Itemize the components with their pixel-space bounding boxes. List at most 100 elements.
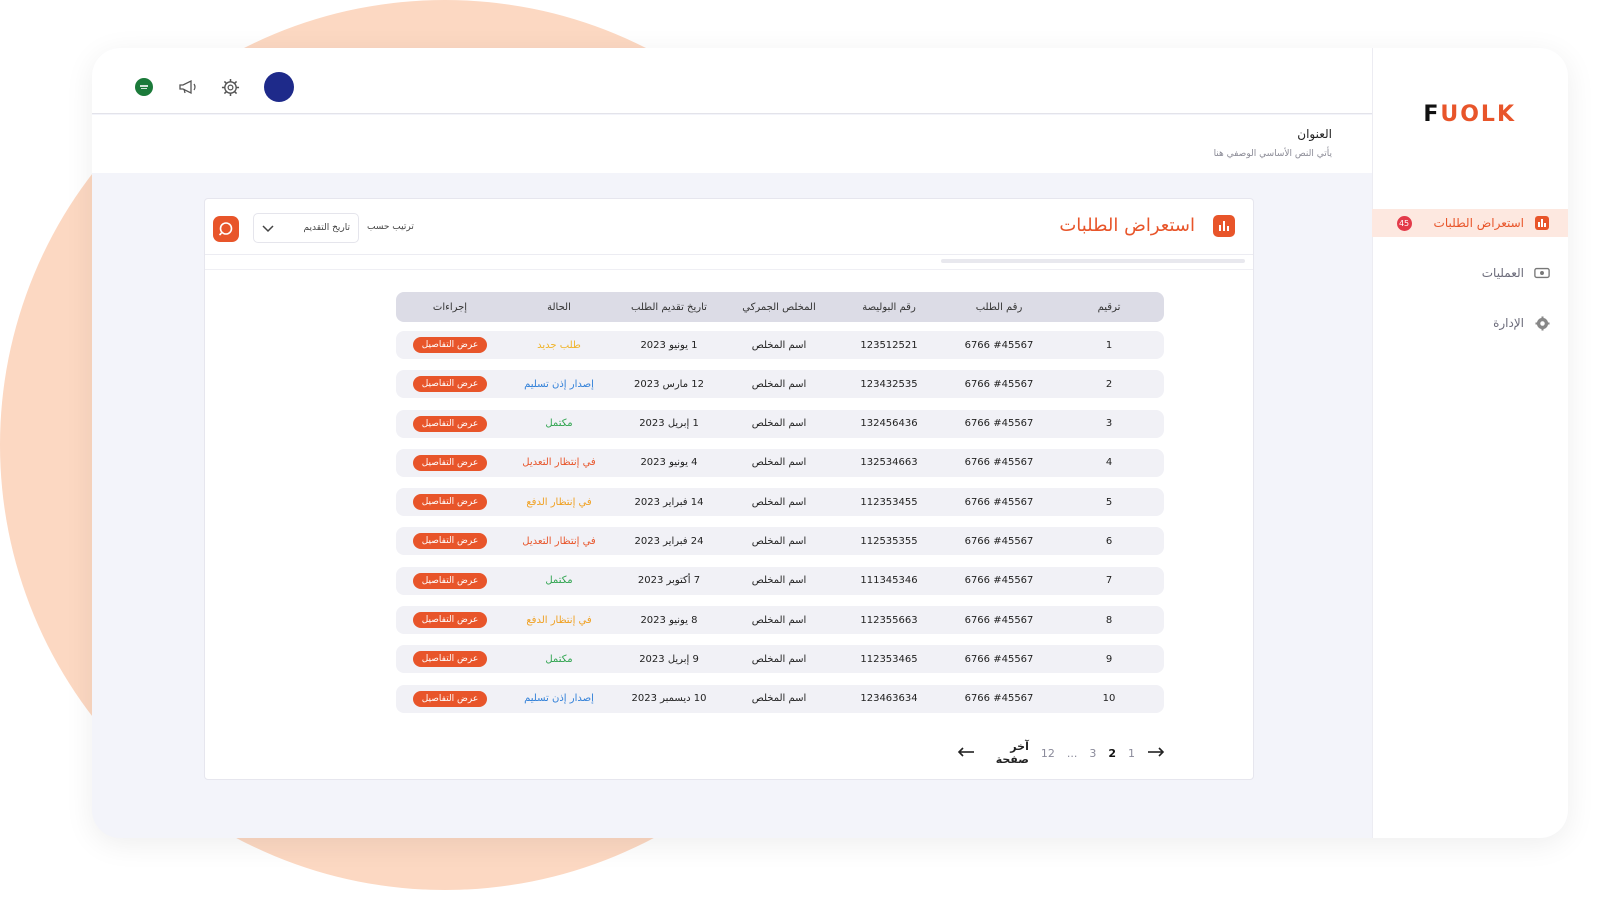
- order-number: #45567 6766: [964, 614, 1034, 626]
- requests-card: استعراض الطلبات تاريخ التقديم ترتيب حسب …: [204, 198, 1254, 780]
- broker-name: اسم المخلص: [751, 457, 807, 469]
- table-row: 7 #45567 6766 111345346 اسم المخلص 7 أكتوبر …: [396, 566, 1164, 595]
- requests-table: ترقيم رقم الطلب رقم البوليصة المخلص الجم…: [396, 292, 1164, 724]
- table-row: 3 #45567 6766 132456436 اسم المخلص 1 إبريل 2…: [396, 409, 1164, 438]
- status-label: إصدار إذن تسليم: [524, 378, 594, 390]
- gear-icon[interactable]: [221, 78, 240, 101]
- card-title: استعراض الطلبات: [1059, 215, 1195, 236]
- actions-cell: عرض التفاصيل: [396, 533, 504, 550]
- table-header-row: ترقيم رقم الطلب رقم البوليصة المخلص الجم…: [396, 292, 1164, 322]
- policy-number: 112353465: [860, 653, 918, 665]
- order-number: #45567 6766: [964, 575, 1034, 587]
- broker-name: اسم المخلص: [751, 496, 807, 508]
- order-number: #45567 6766: [964, 339, 1034, 351]
- bar-chart-icon: [1534, 215, 1550, 231]
- page-link[interactable]: 12: [1041, 747, 1055, 760]
- order-number: #45567 6766: [964, 496, 1034, 508]
- view-details-button[interactable]: عرض التفاصيل: [412, 494, 488, 511]
- broker-name: اسم المخلص: [751, 418, 807, 430]
- submit-date: 10 ديسمبر 2023: [631, 693, 707, 705]
- policy-number: 123432535: [860, 378, 918, 390]
- view-details-button[interactable]: عرض التفاصيل: [412, 454, 488, 471]
- actions-cell: عرض التفاصيل: [396, 376, 504, 393]
- cash-icon: [1534, 265, 1550, 281]
- row-number: 9: [1105, 653, 1113, 665]
- view-details-button[interactable]: عرض التفاصيل: [412, 612, 488, 629]
- broker-name: اسم المخلص: [751, 614, 807, 626]
- status-label: مكتمل: [545, 575, 573, 587]
- submit-date: 24 فبراير 2023: [634, 535, 704, 547]
- order-number: #45567 6766: [964, 653, 1034, 665]
- policy-number: 123512521: [860, 339, 918, 351]
- actions-cell: عرض التفاصيل: [396, 415, 504, 432]
- status-label: مكتمل: [545, 653, 573, 665]
- row-number: 7: [1105, 575, 1113, 587]
- submit-date: 1 إبريل 2023: [639, 418, 699, 430]
- view-details-button[interactable]: عرض التفاصيل: [412, 572, 488, 589]
- policy-number: 112355663: [860, 614, 918, 626]
- view-details-button[interactable]: عرض التفاصيل: [412, 337, 488, 353]
- order-number: #45567 6766: [964, 535, 1034, 547]
- avatar[interactable]: [264, 72, 294, 102]
- view-details-button[interactable]: عرض التفاصيل: [412, 376, 488, 393]
- table-row: 8 #45567 6766 112355663 اسم المخلص 8 يونيو 2…: [396, 606, 1164, 635]
- view-details-button[interactable]: عرض التفاصيل: [412, 651, 488, 668]
- sort-label: ترتيب حسب: [367, 222, 414, 232]
- sidebar-item-label: استعراض الطلبات: [1433, 216, 1524, 230]
- broker-name: اسم المخلص: [751, 693, 807, 705]
- column-header[interactable]: تاريخ تقديم الطلب: [614, 302, 724, 313]
- sidebar-item-label: الإدارة: [1493, 316, 1524, 330]
- broker-name: اسم المخلص: [751, 339, 807, 351]
- row-number: 8: [1105, 614, 1113, 626]
- sort-dropdown[interactable]: تاريخ التقديم: [253, 213, 359, 243]
- page-link-current[interactable]: 2: [1108, 747, 1116, 760]
- policy-number: 112353455: [860, 496, 918, 508]
- column-header[interactable]: المخلص الجمركي: [724, 302, 834, 313]
- table-row: 10 #45567 6766 123463634 اسم المخلص 10 ديسمب…: [396, 684, 1164, 713]
- policy-number: 123463634: [860, 693, 918, 705]
- actions-cell: عرض التفاصيل: [396, 454, 504, 471]
- actions-cell: عرض التفاصيل: [396, 690, 504, 707]
- sidebar-item-operations[interactable]: العمليات: [1372, 259, 1568, 287]
- broker-name: اسم المخلص: [751, 535, 807, 547]
- view-details-button[interactable]: عرض التفاصيل: [412, 690, 488, 707]
- page-link[interactable]: 1: [1128, 747, 1135, 760]
- gear-icon: [1534, 315, 1550, 331]
- table-row: 5 #45567 6766 112353455 اسم المخلص 14 فبراير…: [396, 488, 1164, 517]
- order-number: #45567 6766: [964, 418, 1034, 430]
- page-header: العنوان يأتي النص الأساسي الوصفي هنا: [92, 115, 1372, 173]
- divider: [205, 269, 1253, 270]
- flag-icon[interactable]: [135, 78, 153, 100]
- last-page-link[interactable]: آخر صفحة: [987, 740, 1029, 766]
- submit-date: 12 مارس 2023: [634, 378, 704, 390]
- submit-date: 7 أكتوبر 2023: [637, 575, 701, 587]
- search-button[interactable]: [213, 216, 239, 242]
- megaphone-icon[interactable]: [178, 78, 198, 100]
- row-number: 4: [1105, 457, 1113, 469]
- column-header[interactable]: رقم الطلب: [944, 302, 1054, 313]
- brand-logo[interactable]: FUOLK: [1423, 102, 1516, 127]
- sidebar-item-admin[interactable]: الإدارة: [1372, 309, 1568, 337]
- view-details-button[interactable]: عرض التفاصيل: [412, 533, 488, 550]
- view-details-button[interactable]: عرض التفاصيل: [412, 415, 488, 432]
- row-number: 10: [1102, 693, 1116, 705]
- next-arrow-icon[interactable]: [1147, 746, 1165, 760]
- order-number: #45567 6766: [964, 693, 1034, 705]
- table-row: 2 #45567 6766 123432535 اسم المخلص 12 مارس 2…: [396, 370, 1164, 399]
- table-row: 1 #45567 6766 123512521 اسم المخلص 1 يونيو 2…: [396, 331, 1164, 359]
- actions-cell: عرض التفاصيل: [396, 572, 504, 589]
- actions-cell: عرض التفاصيل: [396, 337, 504, 353]
- row-number: 5: [1105, 496, 1113, 508]
- prev-arrow-icon[interactable]: [957, 746, 975, 760]
- column-header: إجراءات: [432, 301, 468, 313]
- page-link[interactable]: 3: [1089, 747, 1096, 760]
- scroll-track[interactable]: [941, 259, 1245, 263]
- submit-date: 4 يونيو 2023: [640, 457, 698, 469]
- policy-number: 111345346: [860, 575, 918, 587]
- column-header[interactable]: الحالة: [504, 302, 614, 313]
- column-header[interactable]: ترقيم: [1054, 302, 1164, 313]
- page: FUOLK استعراض الطلبات 45 العمليات الإدار…: [0, 0, 1606, 900]
- column-header[interactable]: رقم البوليصة: [834, 302, 944, 313]
- sidebar-item-requests[interactable]: استعراض الطلبات 45: [1372, 209, 1568, 237]
- table-row: 6 #45567 6766 112535355 اسم المخلص 24 فبراير…: [396, 527, 1164, 556]
